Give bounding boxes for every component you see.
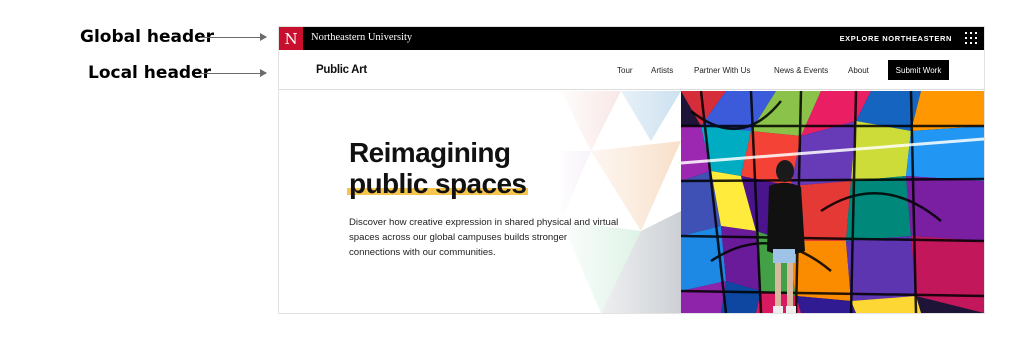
- nav-item-about[interactable]: About: [848, 66, 869, 75]
- headline-line-1: Reimagining: [349, 137, 511, 168]
- logo-letter: N: [284, 29, 298, 48]
- university-name-link[interactable]: Northeastern University: [311, 32, 412, 43]
- arrow-icon: [200, 33, 267, 41]
- explore-link[interactable]: EXPLORE NORTHEASTERN: [840, 34, 952, 43]
- nav-item-tour[interactable]: Tour: [617, 66, 633, 75]
- headline-line-2-text: public spaces: [349, 168, 527, 199]
- hero-section: Reimagining public spaces Discover how c…: [279, 91, 984, 313]
- site-title[interactable]: Public Art: [316, 64, 367, 76]
- submit-work-button[interactable]: Submit Work: [888, 60, 949, 80]
- local-header: Public Art Tour Artists Partner With Us …: [279, 50, 984, 90]
- hero-description: Discover how creative expression in shar…: [349, 217, 619, 258]
- website-screenshot: N Northeastern University EXPLORE NORTHE…: [278, 26, 985, 314]
- hero-headline: Reimagining public spaces: [347, 137, 529, 199]
- university-logo[interactable]: N: [279, 27, 303, 50]
- annotation-label: Global header: [80, 27, 215, 47]
- annotation-local-header: Local header: [0, 63, 278, 83]
- grid-menu-icon[interactable]: [965, 32, 977, 44]
- global-header: N Northeastern University EXPLORE NORTHE…: [279, 27, 984, 50]
- nav-item-partner[interactable]: Partner With Us: [694, 66, 750, 75]
- headline-line-2: public spaces: [347, 168, 529, 199]
- hero-image: [681, 91, 984, 313]
- nav-item-artists[interactable]: Artists: [651, 66, 673, 75]
- arrow-icon: [200, 69, 267, 77]
- annotation-label: Local header: [88, 63, 211, 83]
- nav-item-news-events[interactable]: News & Events: [774, 66, 828, 75]
- annotation-global-header: Global header: [0, 27, 278, 47]
- hero-image-fade: [561, 91, 681, 313]
